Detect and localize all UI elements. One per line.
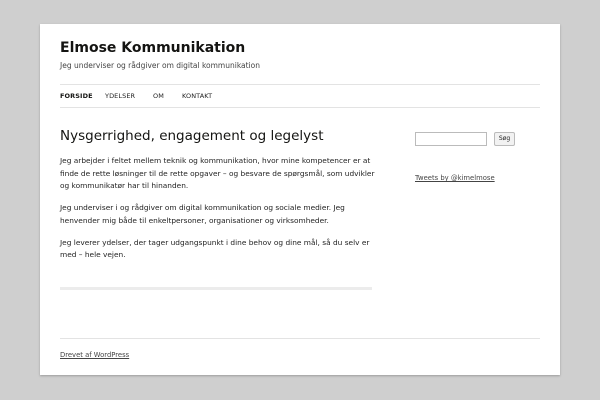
site-description: Jeg underviser og rådgiver om digital ko… bbox=[60, 61, 260, 70]
entry-title: Nysgerrighed, engagement og legelyst bbox=[60, 128, 324, 144]
nav-item-om[interactable]: OM bbox=[153, 91, 164, 101]
nav-item-forside[interactable]: FORSIDE bbox=[60, 91, 93, 101]
paragraph: Jeg leverer ydelser, der tager udgangspu… bbox=[60, 237, 370, 260]
paragraph: Jeg underviser i og rådgiver om digital … bbox=[60, 203, 345, 225]
paragraph: Jeg arbejder i feltet mellem teknik og k… bbox=[60, 156, 375, 190]
tweets-link[interactable]: Tweets by @kimelmose bbox=[415, 174, 495, 183]
page-container: Elmose Kommunikation Jeg underviser og r… bbox=[40, 24, 560, 375]
nav-item-kontakt[interactable]: KONTAKT bbox=[182, 91, 212, 101]
footer-divider bbox=[60, 338, 540, 339]
content-divider bbox=[60, 287, 372, 290]
footer-credit-link[interactable]: Drevet af WordPress bbox=[60, 351, 129, 360]
entry-content: Jeg arbejder i feltet mellem teknik og k… bbox=[60, 155, 378, 271]
nav-item-ydelser[interactable]: YDELSER bbox=[105, 91, 135, 101]
search-button[interactable]: Søg bbox=[494, 132, 515, 146]
search-input[interactable] bbox=[415, 132, 487, 146]
site-title[interactable]: Elmose Kommunikation bbox=[60, 40, 245, 56]
main-navigation: FORSIDE YDELSER OM KONTAKT bbox=[60, 84, 540, 108]
